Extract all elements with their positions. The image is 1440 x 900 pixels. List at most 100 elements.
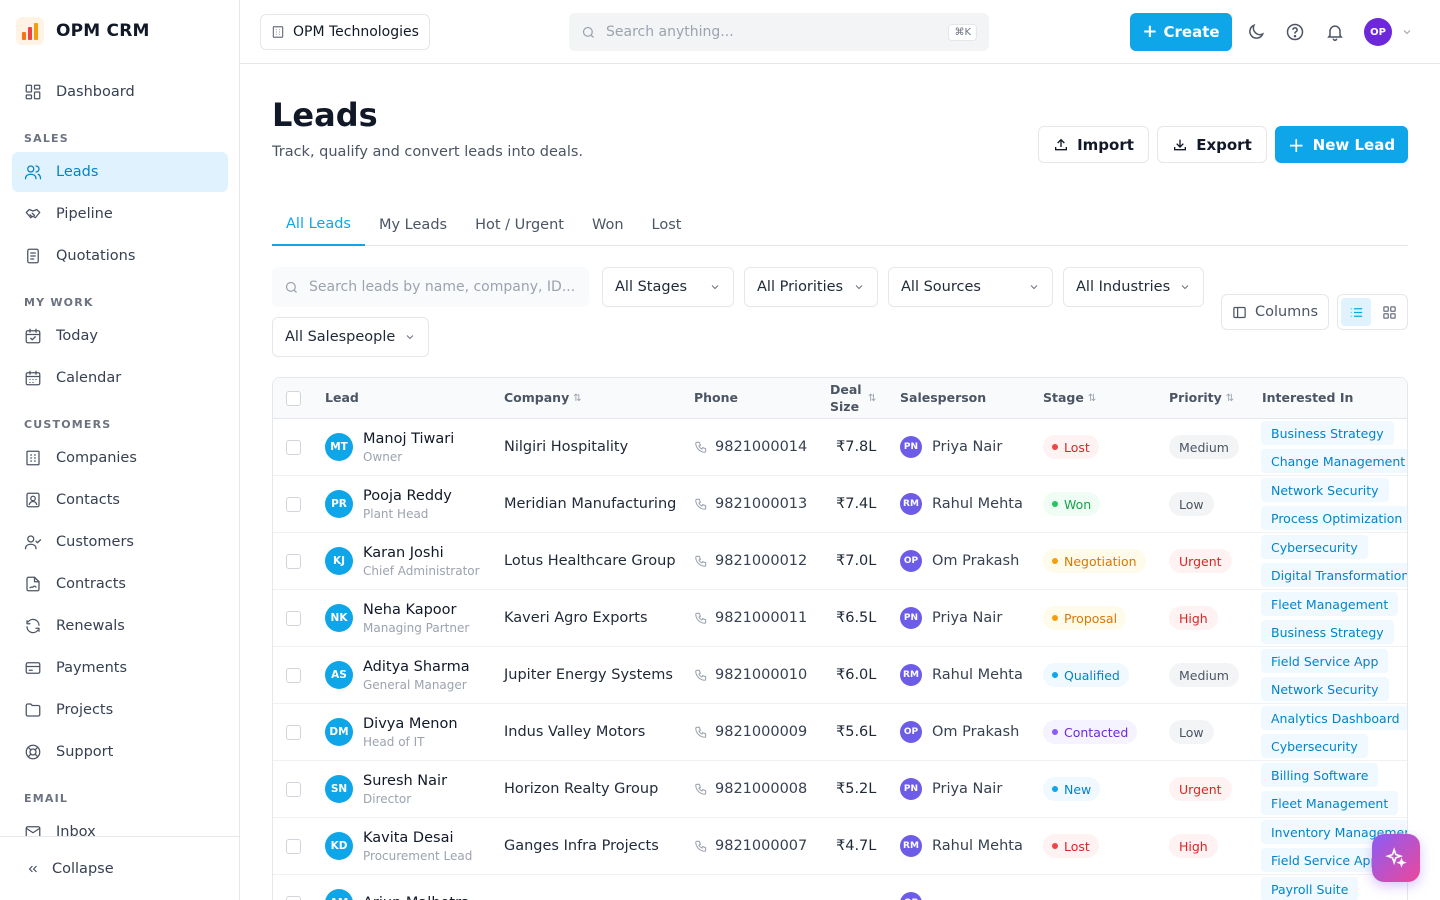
phone-number[interactable]: 9821000012 [715, 553, 807, 569]
table-row[interactable]: KD Kavita Desai Procurement Lead Ganges Inf… [273, 818, 1407, 875]
list-view-icon[interactable] [1341, 298, 1371, 326]
tab-won[interactable]: Won [578, 204, 638, 246]
tab-my-leads[interactable]: My Leads [365, 204, 461, 246]
table-row[interactable]: KJ Karan Joshi Chief Administrator Lotus He… [273, 533, 1407, 590]
brand[interactable]: OPM CRM [16, 16, 150, 46]
sidebar-item-quotations[interactable]: Quotations [12, 236, 228, 276]
table-row[interactable]: MT Manoj Tiwari Owner Nilgiri Hospitality 98… [273, 419, 1407, 476]
org-switcher[interactable]: OPM Technologies [260, 14, 430, 50]
salesperson-name: Rahul Mehta [932, 667, 1023, 683]
source-filter[interactable]: All Sources [888, 267, 1053, 307]
lead-search-input[interactable]: Search leads by name, company, ID... [272, 267, 589, 307]
user-avatar[interactable]: OP [1364, 18, 1392, 46]
contact-card-icon [26, 492, 40, 508]
sidebar-item-calendar[interactable]: Calendar [12, 358, 228, 398]
row-checkbox[interactable] [286, 553, 301, 569]
row-checkbox[interactable] [286, 838, 301, 854]
industry-filter[interactable]: All Industries [1063, 267, 1204, 307]
sidebar-item-dashboard[interactable]: Dashboard [12, 72, 228, 112]
table-row[interactable]: NK Neha Kapoor Managing Partner Kaveri Agro… [273, 590, 1407, 647]
import-button[interactable]: Import [1038, 126, 1149, 163]
collapse-button[interactable]: Collapse [0, 836, 239, 900]
global-search-input[interactable]: Search anything... ⌘K [569, 13, 989, 51]
interest-tags: Billing Software Fleet Management [1261, 761, 1399, 817]
phone-number[interactable]: 9821000014 [715, 439, 807, 455]
lead-name[interactable]: Pooja Reddy [363, 488, 452, 504]
grid-view-icon[interactable] [1374, 298, 1404, 326]
phone-number[interactable]: 9821000008 [715, 781, 807, 797]
tab-hot-urgent[interactable]: Hot / Urgent [461, 204, 578, 246]
ai-assistant-button[interactable] [1372, 834, 1420, 882]
sidebar-item-customers[interactable]: Customers [12, 522, 228, 562]
sidebar: OPM CRM Dashboard SALES Leads Pipeline Quota… [0, 0, 240, 900]
tab-all-leads[interactable]: All Leads [272, 204, 365, 246]
sidebar-item-companies[interactable]: Companies [12, 438, 228, 478]
tab-lost[interactable]: Lost [638, 204, 696, 246]
help-icon[interactable] [1285, 22, 1305, 42]
row-checkbox[interactable] [286, 781, 301, 797]
moon-icon[interactable] [1246, 22, 1266, 42]
deal-size: ₹7.4L [836, 496, 877, 512]
columns-button[interactable]: Columns [1221, 294, 1329, 330]
phone-number[interactable]: 9821000011 [715, 610, 807, 626]
table-row[interactable]: SN Suresh Nair Director Horizon Realty Grou… [273, 761, 1407, 818]
phone-number[interactable]: 9821000013 [715, 496, 807, 512]
table-row[interactable]: AM Arjun Malhotra OP Payroll Suite [273, 875, 1407, 900]
lead-name[interactable]: Manoj Tiwari [363, 431, 454, 447]
priority-badge: High [1169, 606, 1218, 630]
row-checkbox[interactable] [286, 667, 301, 683]
table-row[interactable]: PR Pooja Reddy Plant Head Meridian Manufact… [273, 476, 1407, 533]
lead-role: Director [363, 791, 412, 806]
sidebar-item-payments[interactable]: Payments [12, 648, 228, 688]
header-priority[interactable]: Priority ⇅ [1169, 378, 1234, 419]
lead-name[interactable]: Kavita Desai [363, 830, 472, 846]
lead-name[interactable]: Karan Joshi [363, 545, 480, 561]
phone-number[interactable]: 9821000009 [715, 724, 807, 740]
chevron-down-icon[interactable] [1401, 26, 1413, 38]
sidebar-item-renewals[interactable]: Renewals [12, 606, 228, 646]
stage-label: Negotiation [1064, 553, 1137, 569]
row-checkbox[interactable] [286, 610, 301, 626]
sidebar-item-label: Renewals [56, 618, 125, 634]
row-checkbox[interactable] [286, 895, 301, 900]
phone-number[interactable]: 9821000010 [715, 667, 807, 683]
header-stage[interactable]: Stage ⇅ [1043, 378, 1096, 419]
lead-name[interactable]: Arjun Malhotra [363, 895, 470, 900]
lead-name[interactable]: Divya Menon [363, 716, 458, 732]
header-phone[interactable]: Phone [694, 378, 738, 419]
sidebar-item-contacts[interactable]: Contacts [12, 480, 228, 520]
lead-name[interactable]: Neha Kapoor [363, 602, 469, 618]
row-checkbox[interactable] [286, 439, 301, 455]
header-lead[interactable]: Lead [325, 378, 359, 419]
sidebar-item-contracts[interactable]: Contracts [12, 564, 228, 604]
select-all-checkbox[interactable] [286, 391, 301, 406]
sidebar-item-projects[interactable]: Projects [12, 690, 228, 730]
sidebar-item-support[interactable]: Support [12, 732, 228, 772]
export-label: Export [1196, 135, 1252, 154]
table-row[interactable]: DM Divya Menon Head of IT Indus Valley Moto… [273, 704, 1407, 761]
table-row[interactable]: AS Aditya Sharma General Manager Jupiter En… [273, 647, 1407, 704]
row-checkbox[interactable] [286, 724, 301, 740]
lead-name[interactable]: Suresh Nair [363, 773, 447, 789]
download-icon [1174, 139, 1187, 150]
create-button[interactable]: + Create [1130, 13, 1232, 51]
sidebar-item-pipeline[interactable]: Pipeline [12, 194, 228, 234]
export-button[interactable]: Export [1157, 126, 1267, 163]
header-interested-in[interactable]: Interested In [1262, 378, 1353, 419]
sidebar-item-today[interactable]: Today [12, 316, 228, 356]
header-company[interactable]: Company ⇅ [504, 378, 582, 419]
salesperson-filter[interactable]: All Salespeople [272, 317, 429, 357]
lead-name[interactable]: Aditya Sharma [363, 659, 470, 675]
lead-avatar: DM [325, 718, 353, 746]
lead-avatar: PR [325, 490, 353, 518]
columns-label: Columns [1254, 304, 1319, 320]
sidebar-item-leads[interactable]: Leads [12, 152, 228, 192]
priority-filter[interactable]: All Priorities [744, 267, 878, 307]
phone-number[interactable]: 9821000007 [715, 838, 807, 854]
row-checkbox[interactable] [286, 496, 301, 512]
new-lead-button[interactable]: + New Lead [1275, 126, 1408, 163]
header-salesperson[interactable]: Salesperson [900, 378, 986, 419]
bell-icon[interactable] [1325, 22, 1345, 42]
stage-filter[interactable]: All Stages [602, 267, 734, 307]
header-deal-size[interactable]: Deal Size ⇅ [830, 378, 880, 419]
